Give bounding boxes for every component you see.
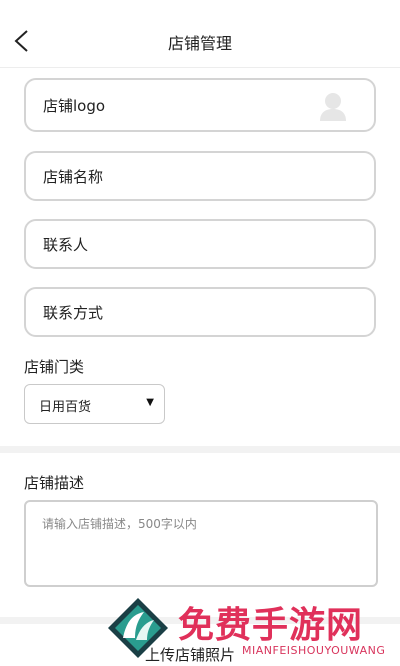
top-bar: 店铺管理 <box>0 0 400 68</box>
category-select[interactable]: 日用百货 ▼ <box>24 384 165 424</box>
description-placeholder: 请输入店铺描述，500字以内 <box>42 517 197 531</box>
store-logo-field[interactable]: 店铺logo <box>24 78 376 132</box>
category-selected-value: 日用百货 <box>39 400 92 415</box>
contact-person-field[interactable]: 联系人 <box>24 219 376 269</box>
section-divider <box>0 446 400 453</box>
contact-person-label: 联系人 <box>43 236 89 254</box>
store-description-input[interactable]: 请输入店铺描述，500字以内 <box>24 500 378 587</box>
user-silhouette-icon[interactable] <box>318 90 348 122</box>
store-logo-label: 店铺logo <box>43 97 106 115</box>
store-description-title: 店铺描述 <box>24 474 85 492</box>
contact-method-label: 联系方式 <box>43 304 104 322</box>
upload-photo-label[interactable]: 上传店铺照片 <box>145 644 235 665</box>
store-name-field[interactable]: 店铺名称 <box>24 151 376 201</box>
store-name-label: 店铺名称 <box>43 168 104 186</box>
page-title: 店铺管理 <box>167 34 232 53</box>
watermark-subtitle: MIANFEISHOUYOUWANG <box>242 644 386 657</box>
section-divider-bottom <box>0 617 400 624</box>
contact-method-field[interactable]: 联系方式 <box>24 287 376 337</box>
caret-down-icon: ▼ <box>146 397 154 408</box>
store-category-title: 店铺门类 <box>24 358 85 376</box>
